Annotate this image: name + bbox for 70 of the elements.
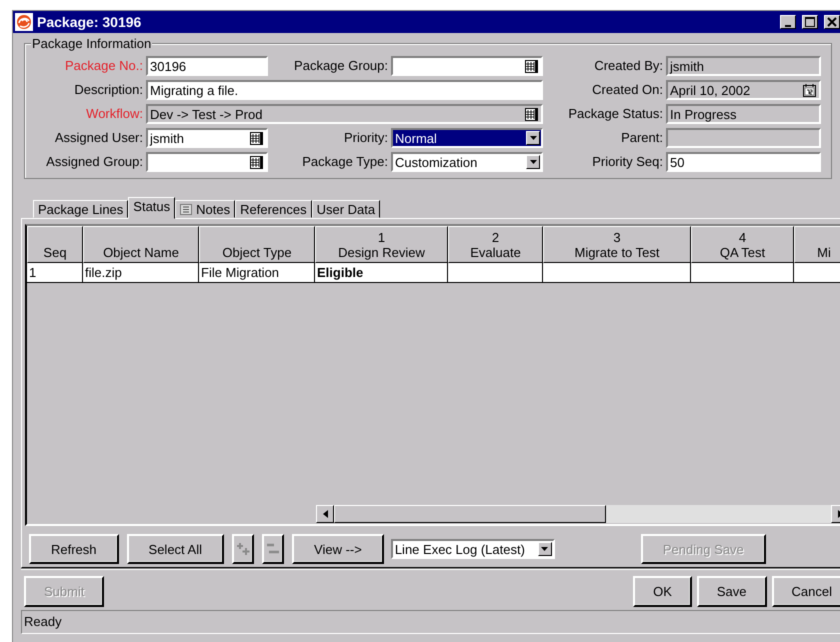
field-label: Package Group: <box>293 57 389 75</box>
field-label: Package No.: <box>64 57 144 75</box>
calendar-icon[interactable] <box>803 84 816 96</box>
table-cell: File Migration <box>199 263 315 283</box>
field-label: Priority Seq: <box>591 153 664 171</box>
input-field[interactable]: 50 <box>666 152 821 172</box>
minimize-icon <box>785 24 791 26</box>
lookup-field[interactable] <box>146 152 268 172</box>
group-title: Package Information <box>31 36 152 51</box>
column-header[interactable]: Seq <box>27 226 83 263</box>
maximize-icon <box>805 17 815 27</box>
button[interactable]: Select All <box>126 534 224 564</box>
dropdown[interactable]: Customization <box>391 152 543 172</box>
column-header[interactable]: 3 Migrate to Test <box>543 226 691 263</box>
lookup-icon[interactable] <box>525 60 538 72</box>
table-cell: 1 <box>27 263 83 283</box>
scrollbar-thumb[interactable] <box>334 505 606 523</box>
field-label: Priority: <box>342 129 389 147</box>
field-label: Package Status: <box>567 105 664 123</box>
column-header[interactable]: 4 QA Test <box>691 226 794 263</box>
column-header[interactable]: Object Name <box>83 226 199 263</box>
status-bar: Ready <box>21 610 840 634</box>
left-arrow-icon <box>322 510 328 518</box>
tab[interactable]: Notes <box>175 200 236 218</box>
lookup-field[interactable]: Dev -> Test -> Prod <box>146 104 543 124</box>
lookup-icon[interactable] <box>250 132 263 144</box>
field-label: Created On: <box>591 81 664 99</box>
lookup-field[interactable] <box>391 56 543 76</box>
dropdown[interactable]: Normal <box>391 128 543 148</box>
lookup-icon[interactable] <box>250 156 263 168</box>
field-label: Parent: <box>620 129 664 147</box>
input-field[interactable]: jsmith <box>666 56 821 76</box>
close-icon <box>827 17 837 27</box>
tab[interactable]: Package Lines <box>33 200 128 218</box>
field-label: Created By: <box>593 57 664 75</box>
table-cell: Eligible <box>315 263 448 283</box>
input-field[interactable] <box>666 128 821 148</box>
tab[interactable]: References <box>235 200 312 218</box>
button[interactable]: View --> <box>292 534 384 564</box>
window-title: Package: 30196 <box>37 14 142 30</box>
button[interactable]: OK <box>633 576 692 607</box>
date-field[interactable]: April 10, 2002 <box>666 80 821 100</box>
minus-icon <box>266 542 280 556</box>
input-field[interactable]: 30196 <box>146 56 268 76</box>
field-label: Assigned Group: <box>45 153 144 171</box>
button[interactable]: Save <box>696 576 767 607</box>
input-field[interactable]: In Progress <box>666 104 821 124</box>
field-label: Package Type: <box>301 153 389 171</box>
maximize-button[interactable] <box>802 15 818 29</box>
column-header[interactable]: 2 Evaluate <box>448 226 543 263</box>
tab[interactable]: User Data <box>312 200 380 218</box>
plus-icon <box>236 542 250 556</box>
scroll-left-button[interactable] <box>316 505 334 523</box>
field-label: Workflow: <box>85 105 144 123</box>
field-label: Assigned User: <box>54 129 144 147</box>
button[interactable]: Refresh <box>29 534 119 564</box>
column-header[interactable]: 1 Design Review <box>315 226 448 263</box>
input-field[interactable]: Migrating a file. <box>146 80 543 100</box>
dropdown[interactable]: Line Exec Log (Latest) <box>390 539 555 559</box>
minimize-button[interactable] <box>780 15 796 29</box>
button[interactable]: Cancel <box>772 576 840 607</box>
field-label: Description: <box>73 81 144 99</box>
tab[interactable]: Status <box>128 197 176 219</box>
table-cell: file.zip <box>83 263 199 283</box>
lookup-field[interactable]: jsmith <box>146 128 268 148</box>
column-header[interactable]: Object Type <box>199 226 315 263</box>
close-button[interactable] <box>824 15 840 29</box>
notes-icon <box>180 204 192 215</box>
lookup-icon[interactable] <box>525 108 538 120</box>
swirl-icon <box>15 13 33 31</box>
